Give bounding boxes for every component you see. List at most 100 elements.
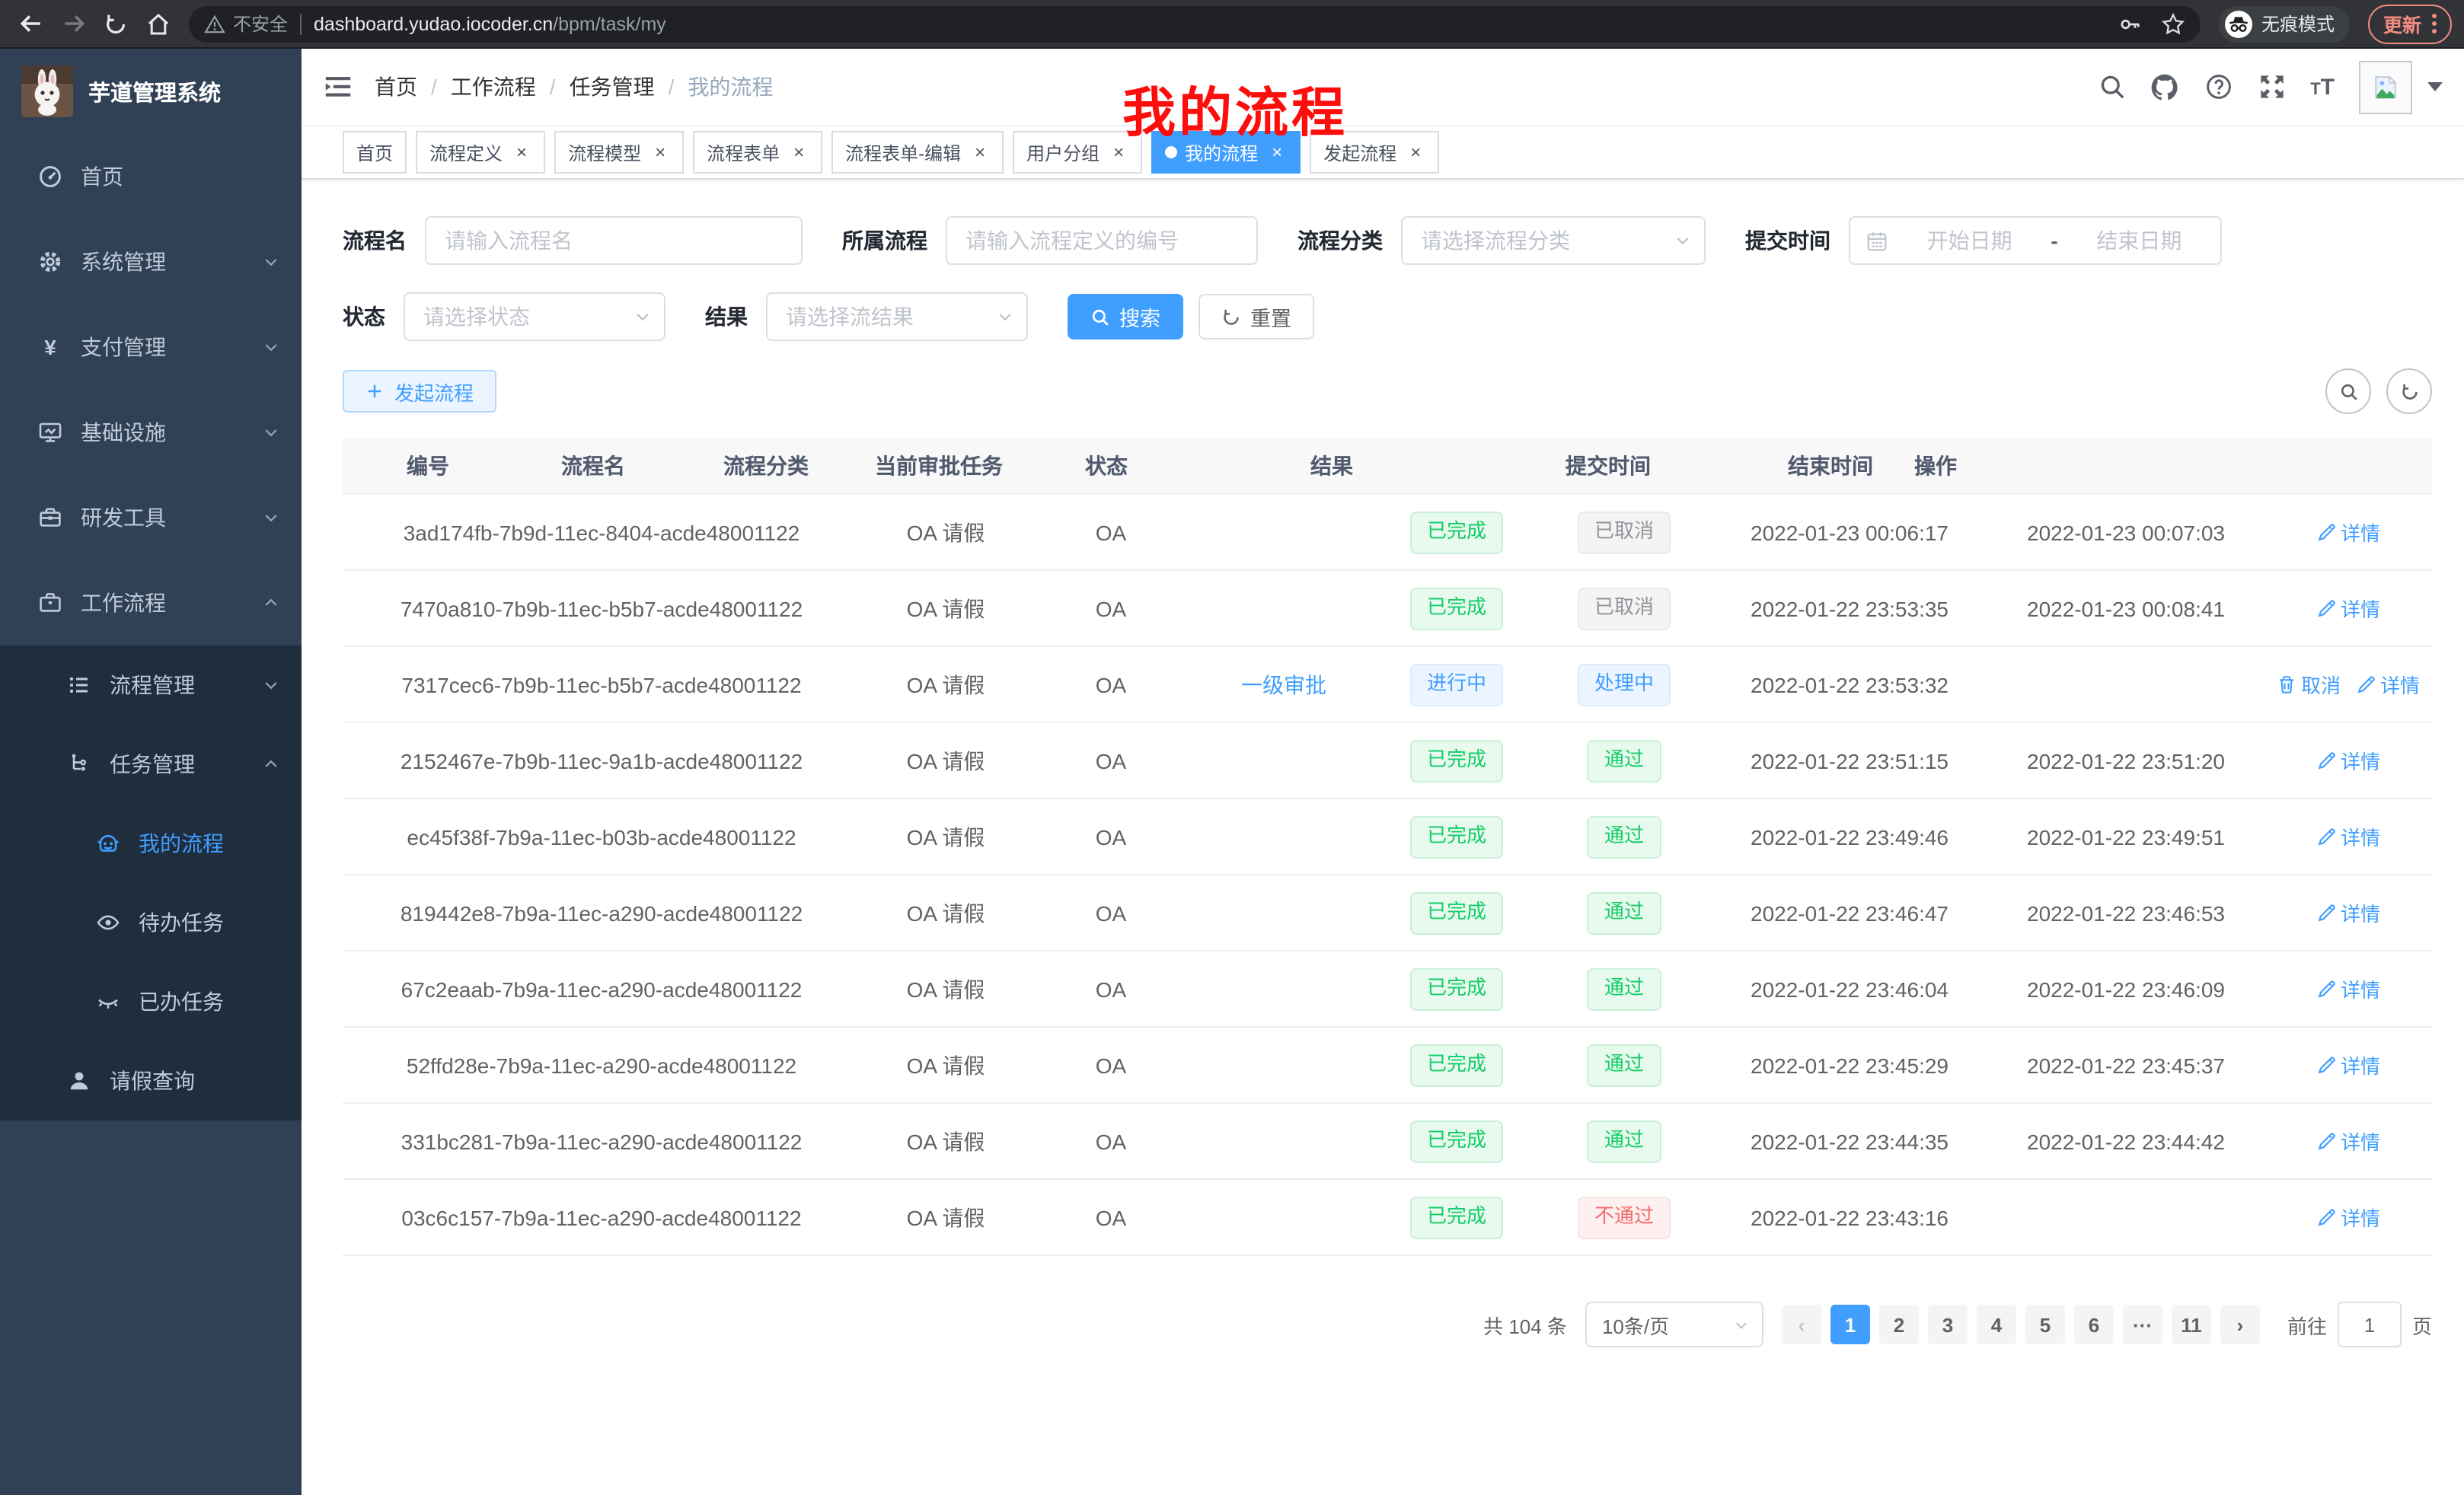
back-icon[interactable] bbox=[12, 5, 49, 42]
close-icon[interactable]: × bbox=[512, 142, 531, 162]
breadcrumb-item[interactable]: 任务管理/ bbox=[570, 72, 688, 102]
search-button[interactable]: 搜索 bbox=[1068, 294, 1183, 339]
page-button-prev[interactable]: ‹ bbox=[1782, 1305, 1821, 1344]
tab-label: 流程定义 bbox=[429, 139, 503, 165]
tab-process-model[interactable]: 流程模型 × bbox=[554, 131, 684, 174]
refresh-list-button[interactable] bbox=[2386, 368, 2432, 414]
page-button-page-1[interactable]: 1 bbox=[1830, 1305, 1870, 1344]
sidebar-item-home[interactable]: 首页 bbox=[0, 134, 302, 219]
browser-menu-icon[interactable] bbox=[2432, 14, 2437, 33]
end-date-placeholder[interactable]: 结束日期 bbox=[2073, 225, 2205, 256]
parent-process-input[interactable] bbox=[946, 216, 1258, 265]
table-row: 7317cec6-7b9b-11ec-b5b7-acde48001122 OA … bbox=[343, 647, 2432, 723]
status-select[interactable]: 请选择状态 bbox=[404, 292, 665, 341]
tab-process-form[interactable]: 流程表单 × bbox=[693, 131, 822, 174]
detail-link[interactable]: 详情 bbox=[2316, 822, 2380, 851]
close-icon[interactable]: × bbox=[1109, 142, 1128, 162]
browser-update-button[interactable]: 更新 bbox=[2368, 4, 2452, 43]
sidebar-item-process-mgmt[interactable]: 流程管理 bbox=[0, 645, 302, 725]
close-icon[interactable]: × bbox=[1267, 142, 1287, 162]
detail-link[interactable]: 详情 bbox=[2316, 518, 2380, 547]
breadcrumb-item[interactable]: 工作流程/ bbox=[451, 72, 570, 102]
tab-user-group[interactable]: 用户分组 × bbox=[1013, 131, 1142, 174]
start-process-button[interactable]: 发起流程 bbox=[343, 370, 496, 413]
bookmark-star-icon[interactable] bbox=[2161, 11, 2185, 36]
page-button-next[interactable]: › bbox=[2220, 1305, 2260, 1344]
reload-icon[interactable] bbox=[97, 5, 134, 42]
cancel-link[interactable]: 取消 bbox=[2277, 670, 2341, 699]
sidebar-item-done-tasks[interactable]: 已办任务 bbox=[0, 962, 302, 1041]
tab-process-definition[interactable]: 流程定义 × bbox=[416, 131, 545, 174]
page-button-page-5[interactable]: 5 bbox=[2025, 1305, 2065, 1344]
cell-process-name: OA 请假 bbox=[860, 669, 1031, 700]
incognito-icon bbox=[2225, 10, 2252, 37]
search-icon[interactable] bbox=[2097, 72, 2126, 101]
fullscreen-icon[interactable] bbox=[2257, 72, 2286, 101]
forward-icon[interactable] bbox=[55, 5, 91, 42]
cell-status: 已完成 bbox=[1377, 739, 1537, 782]
sidebar-item-infrastructure[interactable]: 基础设施 bbox=[0, 390, 302, 475]
sidebar-item-dev-tools[interactable]: 研发工具 bbox=[0, 475, 302, 560]
result-select[interactable]: 请选择流结果 bbox=[766, 292, 1028, 341]
detail-link[interactable]: 详情 bbox=[2316, 594, 2380, 623]
detail-link[interactable]: 详情 bbox=[2316, 746, 2380, 775]
cell-end-time: 2022-01-22 23:45:37 bbox=[1987, 1053, 2265, 1077]
page-button-ellipsis[interactable]: ··· bbox=[2123, 1305, 2162, 1344]
close-icon[interactable]: × bbox=[650, 142, 670, 162]
tab-home[interactable]: 首页 bbox=[343, 131, 407, 174]
column-header: 提交时间 bbox=[1470, 451, 1747, 481]
close-icon[interactable]: × bbox=[1406, 142, 1425, 162]
start-date-placeholder[interactable]: 开始日期 bbox=[1904, 225, 2035, 256]
address-bar[interactable]: 不安全 dashboard.yudao.iocoder.cn/bpm/task/… bbox=[189, 5, 2201, 42]
current-task-link[interactable]: 一级审批 bbox=[1241, 669, 1326, 700]
detail-link[interactable]: 详情 bbox=[2316, 1127, 2380, 1156]
home-icon[interactable] bbox=[140, 5, 177, 42]
goto-page-input[interactable] bbox=[2338, 1302, 2402, 1347]
cell-category: OA bbox=[1031, 748, 1191, 773]
sidebar-item-workflow[interactable]: 工作流程 bbox=[0, 560, 302, 645]
show-search-button[interactable] bbox=[2325, 368, 2371, 414]
sidebar-item-leave-query[interactable]: 请假查询 bbox=[0, 1041, 302, 1120]
page-button-page-4[interactable]: 4 bbox=[1977, 1305, 2016, 1344]
sidebar-item-task-mgmt[interactable]: 任务管理 bbox=[0, 725, 302, 804]
detail-link[interactable]: 详情 bbox=[2356, 670, 2420, 699]
cell-id: 331bc281-7b9a-11ec-a290-acde48001122 bbox=[343, 1129, 860, 1153]
sidebar-menu: 首页 系统管理 ¥ 支付管理 基础设施 bbox=[0, 134, 302, 1120]
page-button-page-11[interactable]: 11 bbox=[2172, 1305, 2211, 1344]
page-button-page-3[interactable]: 3 bbox=[1928, 1305, 1968, 1344]
result-badge: 已取消 bbox=[1578, 511, 1671, 553]
avatar-caret-icon[interactable] bbox=[2427, 82, 2443, 91]
close-icon[interactable]: × bbox=[970, 142, 990, 162]
breadcrumb-item[interactable]: 我的流程/ bbox=[688, 72, 773, 102]
breadcrumb-item[interactable]: 首页/ bbox=[375, 72, 451, 102]
page-button-page-6[interactable]: 6 bbox=[2074, 1305, 2114, 1344]
key-icon[interactable] bbox=[2118, 11, 2143, 36]
category-select[interactable]: 请选择流程分类 bbox=[1401, 216, 1706, 265]
app-logo-row[interactable]: 芋道管理系统 bbox=[0, 49, 302, 134]
github-icon[interactable] bbox=[2150, 72, 2179, 101]
close-icon[interactable]: × bbox=[789, 142, 809, 162]
sidebar-item-system[interactable]: 系统管理 bbox=[0, 219, 302, 304]
sidebar-item-todo-tasks[interactable]: 待办任务 bbox=[0, 883, 302, 962]
detail-link[interactable]: 详情 bbox=[2316, 898, 2380, 927]
submit-time-range[interactable]: 开始日期 - 结束日期 bbox=[1849, 216, 2222, 265]
detail-link[interactable]: 详情 bbox=[2316, 1050, 2380, 1079]
reset-button[interactable]: 重置 bbox=[1198, 294, 1314, 339]
security-label: 不安全 bbox=[233, 11, 288, 37]
detail-link[interactable]: 详情 bbox=[2316, 974, 2380, 1003]
hamburger-icon[interactable] bbox=[323, 72, 353, 102]
detail-link[interactable]: 详情 bbox=[2316, 1203, 2380, 1232]
page-size-select[interactable]: 10条/页 bbox=[1585, 1302, 1763, 1347]
process-name-input[interactable] bbox=[425, 216, 803, 265]
sidebar-item-my-process[interactable]: 我的流程 bbox=[0, 804, 302, 883]
page-button-page-2[interactable]: 2 bbox=[1879, 1305, 1919, 1344]
tab-my-process[interactable]: 我的流程 × bbox=[1151, 131, 1301, 174]
tab-process-form-edit[interactable]: 流程表单-编辑 × bbox=[831, 131, 1004, 174]
avatar[interactable] bbox=[2359, 60, 2412, 113]
font-size-icon[interactable]: TT bbox=[2310, 74, 2335, 100]
edit-icon bbox=[2316, 751, 2336, 770]
sidebar-item-payment[interactable]: ¥ 支付管理 bbox=[0, 304, 302, 390]
help-icon[interactable] bbox=[2204, 72, 2233, 101]
tab-start-process[interactable]: 发起流程 × bbox=[1310, 131, 1439, 174]
cell-category: OA bbox=[1031, 672, 1191, 696]
